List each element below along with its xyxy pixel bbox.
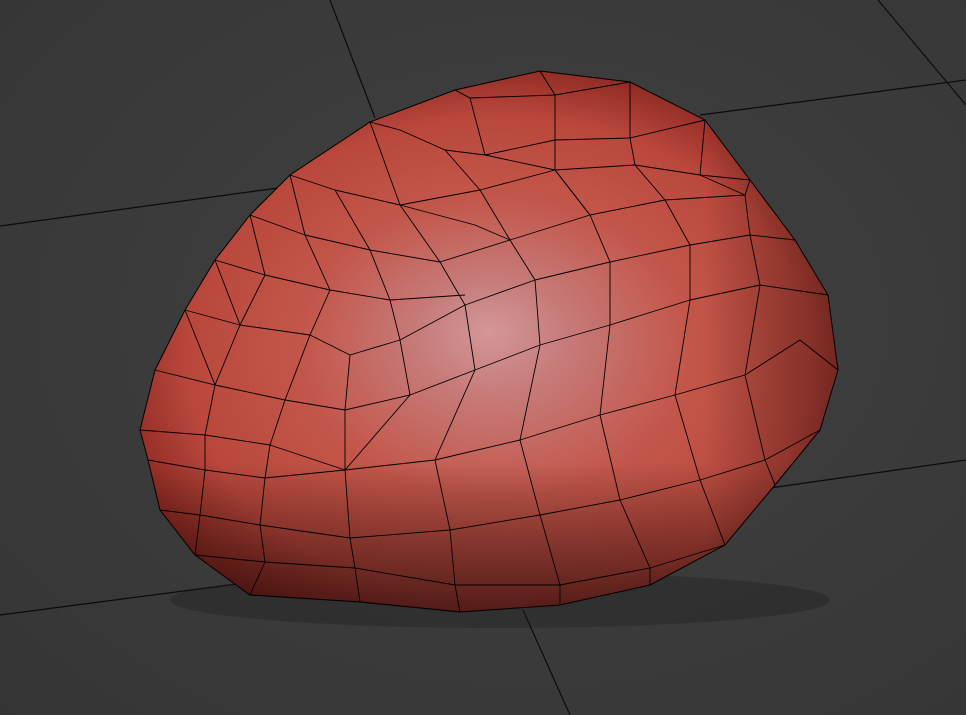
grid-line: [329, 0, 376, 119]
grid-line: [769, 459, 966, 489]
mesh-shading-right: [140, 71, 838, 612]
3d-viewport[interactable]: [0, 0, 966, 715]
grid-line: [699, 79, 966, 116]
viewport-canvas[interactable]: [0, 0, 966, 715]
mesh-object[interactable]: [130, 60, 850, 620]
